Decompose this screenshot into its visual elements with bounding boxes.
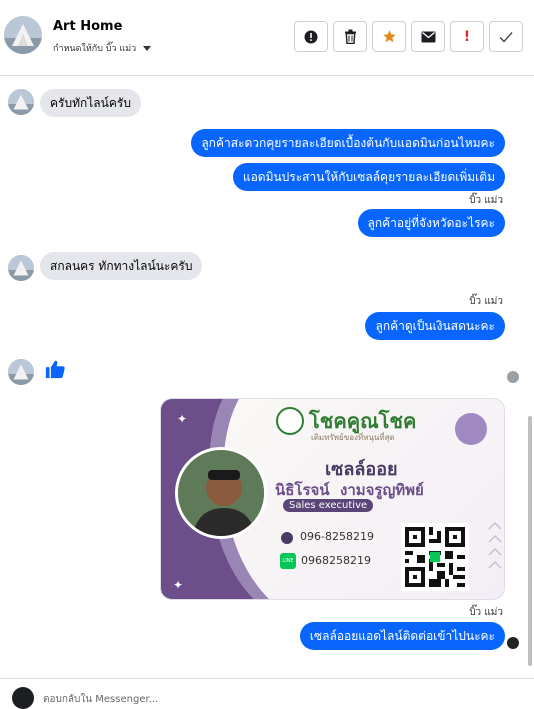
mail-icon <box>421 31 435 42</box>
seen-indicator: บิ๊ว แม่ว <box>469 607 503 618</box>
reply-input[interactable]: ตอบกลับใน Messenger... <box>43 692 158 707</box>
phone-icon <box>281 532 293 544</box>
mark-unread-button[interactable] <box>411 21 445 52</box>
contact-avatar[interactable] <box>4 16 42 54</box>
contact-avatar-small <box>8 89 34 115</box>
spam-icon: ! <box>463 28 471 45</box>
message-outgoing[interactable]: แอดมินประสานให้กับเซลล์คุยรายละเอียดเพิ่… <box>232 163 505 191</box>
message-incoming[interactable]: ครับทักไลน์ครับ <box>40 89 141 117</box>
reply-composer[interactable]: ตอบกลับใน Messenger... <box>0 678 534 709</box>
svg-text:✦: ✦ <box>177 412 187 426</box>
action-toolbar: ! <box>294 21 523 52</box>
read-receipt-avatar <box>507 371 519 383</box>
message-thread: ครับทักไลน์ครับ ลูกค้าสะดวกคุยรายละเอียด… <box>0 76 534 678</box>
chevron-down-icon <box>143 45 152 51</box>
read-receipt-avatar <box>507 637 519 649</box>
message-outgoing[interactable]: ลูกค้าสะดวกคุยรายละเอียดเบื้องต้นกับแอดม… <box>191 129 505 157</box>
page-avatar <box>12 687 34 709</box>
salesperson-photo <box>175 447 267 539</box>
contact-avatar-small <box>8 255 34 281</box>
delete-button[interactable] <box>333 21 367 52</box>
business-card-image[interactable]: ✦ ✦ โชคคูณโชค เติมทรัพย์ของที่หนุนที่สุด… <box>160 398 505 600</box>
contact-name[interactable]: Art Home <box>53 19 122 34</box>
star-icon <box>382 30 396 43</box>
report-icon <box>304 30 318 43</box>
svg-text:✦: ✦ <box>173 578 183 592</box>
seen-indicator: บิ๊ว แม่ว <box>469 195 503 206</box>
qr-code <box>401 523 469 591</box>
contact-avatar-small <box>8 359 34 385</box>
salesperson-role: Sales executive <box>283 499 374 512</box>
seen-indicator: บิ๊ว แม่ว <box>469 296 503 307</box>
trash-icon <box>344 29 356 44</box>
spam-button[interactable]: ! <box>450 21 484 52</box>
brand-logo <box>276 407 304 435</box>
message-outgoing[interactable]: ลูกค้าดูเป็นเงินสดนะคะ <box>365 312 505 340</box>
done-button[interactable] <box>489 21 523 52</box>
thread-scrollbar[interactable] <box>528 76 532 666</box>
message-outgoing[interactable]: ลูกค้าอยู่ที่จังหวัดอะไรคะ <box>357 209 505 237</box>
assign-dropdown[interactable]: กำหนดให้กับ บิ๊ว แม่ว <box>53 41 152 55</box>
line-id: 0968258219 <box>301 554 371 567</box>
brand-tagline: เติมทรัพย์ของที่หนุนที่สุด <box>311 433 395 442</box>
phone-number: 096-8258219 <box>300 530 374 543</box>
scroll-thumb[interactable] <box>528 416 532 666</box>
check-icon <box>499 31 513 43</box>
line-icon: LINE <box>280 553 296 569</box>
message-outgoing[interactable]: เซลล์ออยแอดไลน์ติดต่อเข้าไปนะคะ <box>299 622 505 650</box>
like-icon[interactable] <box>44 359 66 379</box>
star-button[interactable] <box>372 21 406 52</box>
message-incoming[interactable]: สกลนคร ทักทางไลน์นะครับ <box>40 252 203 280</box>
report-button[interactable] <box>294 21 328 52</box>
conversation-header: Art Home กำหนดให้กับ บิ๊ว แม่ว ! <box>0 0 534 76</box>
assign-label: กำหนดให้กับ บิ๊ว แม่ว <box>53 44 137 54</box>
